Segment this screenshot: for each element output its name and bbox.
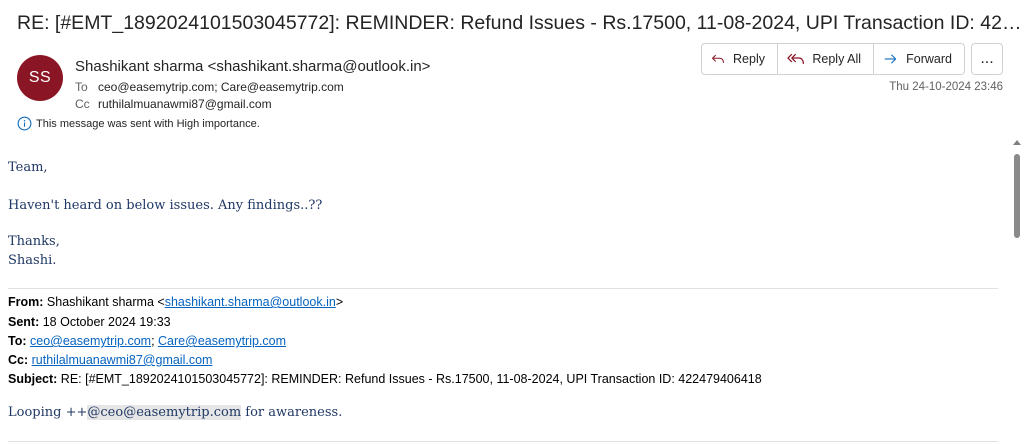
- greeting: Team,: [8, 160, 48, 175]
- forward-icon: [884, 54, 897, 64]
- reply-label: Reply: [733, 52, 765, 66]
- importance-text: This message was sent with High importan…: [36, 117, 260, 130]
- cc-email-link[interactable]: ruthilalmuanawmi87@gmail.com: [32, 353, 213, 367]
- divider: [8, 288, 998, 289]
- looping-line: Looping ++@ceo@easemytrip.com for awaren…: [8, 405, 342, 420]
- more-icon: ...: [980, 50, 994, 67]
- sent-label: Sent:: [8, 315, 40, 329]
- reply-button[interactable]: Reply: [702, 44, 777, 74]
- forwarded-sent: Sent: 18 October 2024 19:33: [8, 315, 171, 329]
- forwarded-cc: Cc: ruthilalmuanawmi87@gmail.com: [8, 353, 212, 367]
- more-actions-button[interactable]: ...: [971, 43, 1003, 75]
- forward-button[interactable]: Forward: [873, 44, 964, 74]
- from-email-link[interactable]: shashikant.sharma@outlook.in: [165, 295, 336, 309]
- divider-bottom: [8, 441, 998, 442]
- fwd-subject-value: RE: [#EMT_1892024101503045772]: REMINDER…: [60, 372, 762, 386]
- to-email-link-care[interactable]: Care@easemytrip.com: [158, 334, 286, 348]
- from-label: From:: [8, 295, 44, 309]
- to-label: To: [75, 80, 88, 94]
- forwarded-to: To: ceo@easemytrip.com; Care@easemytrip.…: [8, 334, 286, 348]
- fwd-to-label: To:: [8, 334, 27, 348]
- scrollbar-thumb[interactable]: [1014, 154, 1020, 238]
- forwarded-from: From: Shashikant sharma <shashikant.shar…: [8, 295, 343, 309]
- reply-all-button[interactable]: Reply All: [777, 44, 873, 74]
- fwd-cc-label: Cc:: [8, 353, 29, 367]
- importance-banner: This message was sent with High importan…: [17, 116, 260, 131]
- cc-recipients: Cc ruthilalmuanawmi87@gmail.com: [75, 97, 272, 111]
- reply-all-icon: [787, 53, 805, 64]
- reply-all-label: Reply All: [812, 52, 861, 66]
- looping-suffix: for awareness.: [241, 405, 343, 420]
- info-icon: [17, 116, 32, 131]
- from-close: >: [335, 295, 344, 309]
- cc-label: Cc: [75, 97, 90, 111]
- from-name: Shashikant sharma <: [46, 295, 165, 309]
- action-button-group: Reply Reply All Forward: [701, 43, 965, 75]
- sender-name[interactable]: Shashikant sharma <shashikant.sharma@out…: [75, 58, 430, 75]
- forwarded-subject: Subject: RE: [#EMT_1892024101503045772]:…: [8, 372, 762, 386]
- to-separator: ;: [151, 334, 159, 348]
- fwd-subject-label: Subject:: [8, 372, 58, 386]
- cc-value[interactable]: ruthilalmuanawmi87@gmail.com: [98, 97, 272, 111]
- email-subject: RE: [#EMT_1892024101503045772]: REMINDER…: [17, 12, 1022, 34]
- reply-icon: [712, 54, 724, 63]
- scroll-up-arrow[interactable]: [1013, 140, 1021, 145]
- to-email-link-ceo[interactable]: ceo@easemytrip.com: [30, 334, 151, 348]
- body-line: Haven't heard on below issues. Any findi…: [8, 198, 323, 213]
- sender-avatar[interactable]: SS: [17, 55, 63, 101]
- mention-ceo[interactable]: @ceo@easemytrip.com: [87, 405, 242, 420]
- sent-value: 18 October 2024 19:33: [42, 315, 171, 329]
- looping-prefix: Looping ++: [8, 405, 88, 420]
- to-recipients: To ceo@easemytrip.com; Care@easemytrip.co…: [75, 80, 344, 94]
- thanks: Thanks,: [8, 234, 60, 249]
- to-value[interactable]: ceo@easemytrip.com; Care@easemytrip.com: [98, 80, 344, 94]
- received-date: Thu 24-10-2024 23:46: [889, 81, 1003, 93]
- signoff: Shashi.: [8, 253, 57, 268]
- forward-label: Forward: [906, 52, 952, 66]
